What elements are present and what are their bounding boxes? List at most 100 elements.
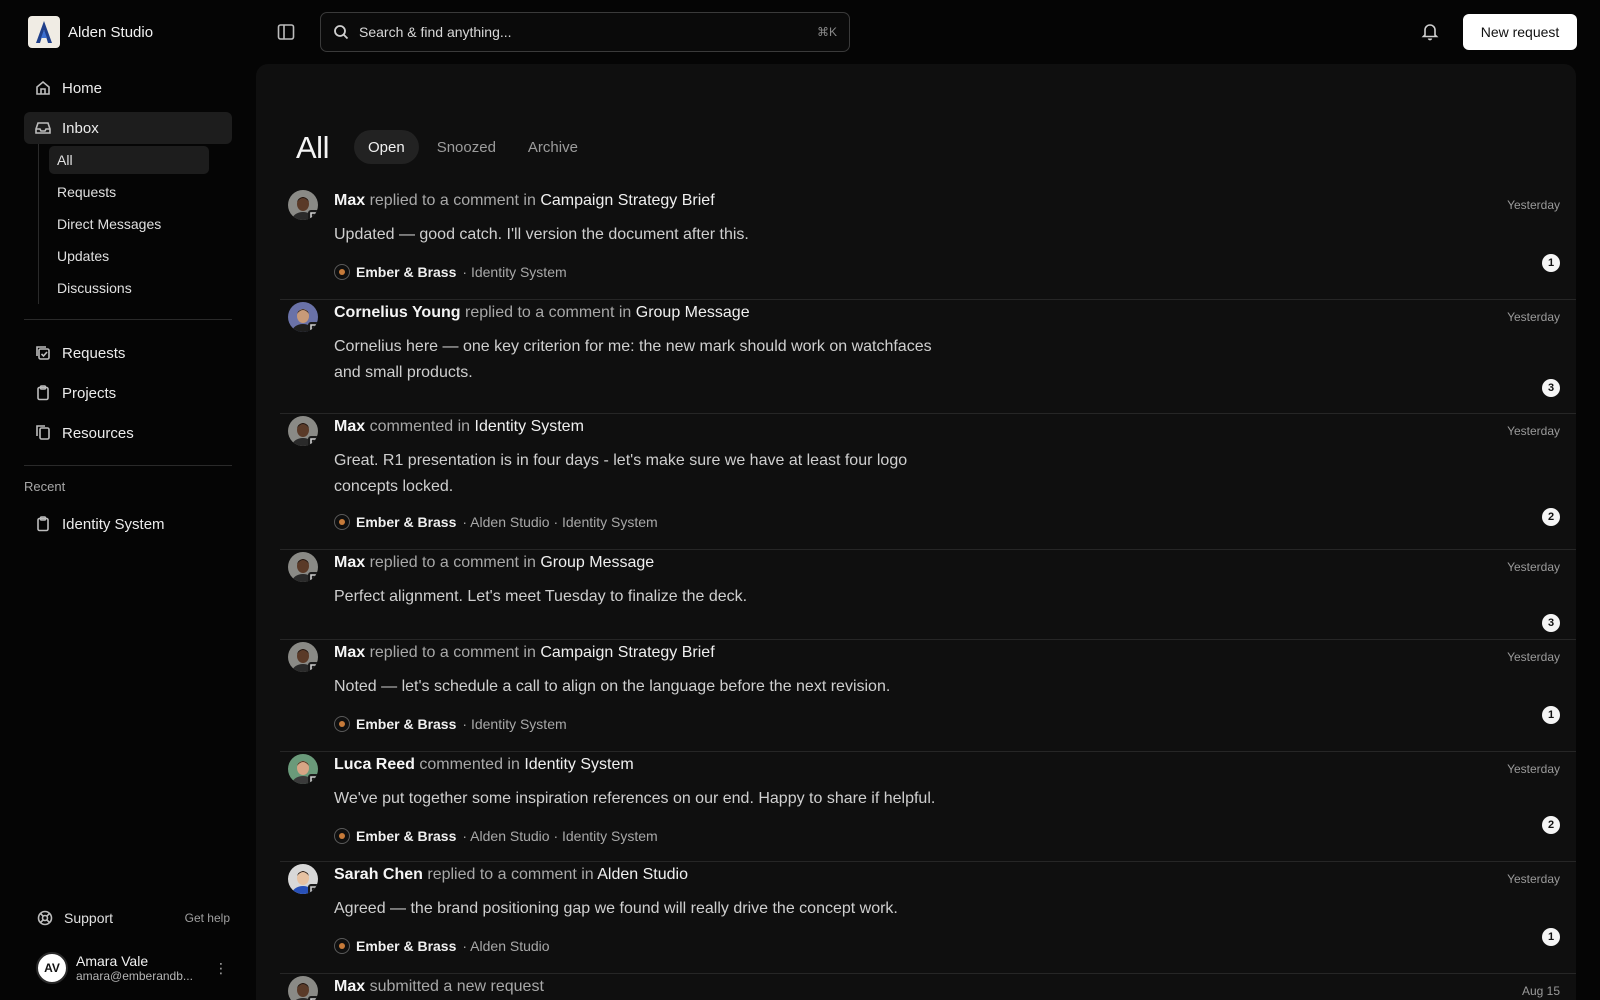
item-author[interactable]: Max xyxy=(334,644,365,661)
list-item[interactable]: Max replied to a comment in Campaign Str… xyxy=(280,188,1576,300)
subnav-updates[interactable]: Updates xyxy=(49,242,209,270)
nav-resources[interactable]: Resources xyxy=(24,417,232,449)
nav-inbox-label: Inbox xyxy=(62,119,99,137)
item-author[interactable]: Luca Reed xyxy=(334,756,415,773)
item-headline: Max replied to a comment in Campaign Str… xyxy=(334,644,715,662)
comment-icon xyxy=(308,436,318,446)
list-item[interactable]: Luca Reed commented in Identity System We… xyxy=(280,752,1576,862)
tab-open[interactable]: Open xyxy=(354,130,419,164)
item-client[interactable]: Ember & Brass xyxy=(356,716,456,732)
unread-count-badge: 1 xyxy=(1542,706,1560,724)
client-logo-icon xyxy=(334,514,350,530)
nav-projects[interactable]: Projects xyxy=(24,377,232,409)
new-request-button[interactable]: New request xyxy=(1463,14,1577,50)
user-profile[interactable]: AV Amara Vale amara@emberandb... ⋮ xyxy=(36,950,232,986)
user-name: Amara Vale xyxy=(76,953,149,969)
item-author[interactable]: Max xyxy=(334,192,365,209)
support-link[interactable]: Support xyxy=(36,909,113,927)
home-icon xyxy=(34,79,52,97)
sidebar: Alden Studio Home Inbox All Requests Dir… xyxy=(0,0,256,1000)
item-message: Noted — let's schedule a call to align o… xyxy=(334,678,891,695)
list-item[interactable]: Cornelius Young replied to a comment in … xyxy=(280,300,1576,414)
item-location[interactable]: Campaign Strategy Brief xyxy=(540,192,714,209)
item-location[interactable]: Campaign Strategy Brief xyxy=(540,644,714,661)
search-bar[interactable]: ⌘K xyxy=(320,12,850,52)
search-input[interactable] xyxy=(359,24,807,40)
support-row: Support Get help xyxy=(24,906,232,930)
item-headline: Max commented in Identity System xyxy=(334,418,584,436)
nav-inbox[interactable]: Inbox xyxy=(24,112,232,144)
list-item[interactable]: Max replied to a comment in Campaign Str… xyxy=(280,640,1576,752)
item-author[interactable]: Sarah Chen xyxy=(334,866,423,883)
unread-count-badge: 3 xyxy=(1542,379,1560,397)
item-author[interactable]: Cornelius Young xyxy=(334,304,461,321)
item-author[interactable]: Max xyxy=(334,418,365,435)
item-meta: Ember & Brass · Alden Studio · Identity S… xyxy=(334,828,658,844)
client-logo-icon xyxy=(334,938,350,954)
item-tags: · Alden Studio · Identity System xyxy=(462,828,658,844)
item-action: replied to a comment in xyxy=(464,304,632,321)
clipboard-icon xyxy=(34,384,52,402)
avatar xyxy=(288,190,318,220)
sidebar-divider xyxy=(24,465,232,466)
item-time: Aug 15 xyxy=(1521,984,1560,998)
item-tags: · Identity System xyxy=(462,264,567,280)
unread-count-badge: 1 xyxy=(1542,254,1560,272)
tab-snoozed[interactable]: Snoozed xyxy=(423,130,510,164)
item-time: Yesterday xyxy=(1507,872,1560,886)
subnav-all[interactable]: All xyxy=(49,146,209,174)
item-location[interactable]: Alden Studio xyxy=(597,866,688,883)
nav-requests-label: Requests xyxy=(62,344,126,362)
lifebuoy-icon xyxy=(36,909,54,927)
get-help-link[interactable]: Get help xyxy=(185,911,230,925)
list-item[interactable]: Max commented in Identity System Great. R… xyxy=(280,414,1576,550)
item-client[interactable]: Ember & Brass xyxy=(356,264,456,280)
avatar xyxy=(288,976,318,1000)
item-headline: Max submitted a new request xyxy=(334,978,544,996)
avatar xyxy=(288,552,318,582)
subnav-requests[interactable]: Requests xyxy=(49,178,209,206)
item-author[interactable]: Max xyxy=(334,978,365,995)
recent-label: Recent xyxy=(24,479,66,494)
item-client[interactable]: Ember & Brass xyxy=(356,828,456,844)
item-action: replied to a comment in xyxy=(369,192,536,209)
subnav-direct-messages[interactable]: Direct Messages xyxy=(49,210,209,238)
item-action: commented in xyxy=(419,756,520,773)
comment-icon xyxy=(308,572,318,582)
recent-item-identity-system[interactable]: Identity System xyxy=(24,508,232,540)
sidebar-divider xyxy=(24,319,232,320)
item-author[interactable]: Max xyxy=(334,554,365,571)
item-client[interactable]: Ember & Brass xyxy=(356,514,456,530)
nav-home[interactable]: Home xyxy=(24,72,232,104)
list-item[interactable]: Sarah Chen replied to a comment in Alden… xyxy=(280,862,1576,974)
item-location[interactable]: Group Message xyxy=(540,554,654,571)
item-client[interactable]: Ember & Brass xyxy=(356,938,456,954)
item-action: replied to a comment in xyxy=(427,866,594,883)
item-message: Perfect alignment. Let's meet Tuesday to… xyxy=(334,588,748,605)
sidebar-toggle-icon[interactable] xyxy=(276,22,296,42)
item-location[interactable]: Identity System xyxy=(524,756,633,773)
brand[interactable]: Alden Studio xyxy=(28,16,153,48)
nav-requests[interactable]: Requests xyxy=(24,337,232,369)
alden-logo-icon xyxy=(28,16,60,48)
list-item[interactable]: Max submitted a new request Aug 15 xyxy=(280,974,1576,1000)
nav-home-label: Home xyxy=(62,79,103,97)
list-item[interactable]: Max replied to a comment in Group Messag… xyxy=(280,550,1576,640)
item-meta: Ember & Brass · Alden Studio xyxy=(334,938,550,954)
item-message: Cornelius here — one key criterion for m… xyxy=(334,338,932,381)
more-vertical-icon[interactable]: ⋮ xyxy=(214,960,228,977)
tab-archive[interactable]: Archive xyxy=(514,130,592,164)
item-action: replied to a comment in xyxy=(369,644,536,661)
unread-count-badge: 1 xyxy=(1542,928,1560,946)
item-tags: · Alden Studio xyxy=(462,938,550,954)
item-message: Updated — good catch. I'll version the d… xyxy=(334,226,749,243)
item-meta: Ember & Brass · Alden Studio · Identity S… xyxy=(334,514,658,530)
item-location[interactable]: Identity System xyxy=(475,418,584,435)
item-message: We've put together some inspiration refe… xyxy=(334,790,936,807)
item-headline: Cornelius Young replied to a comment in … xyxy=(334,304,750,322)
subnav-discussions[interactable]: Discussions xyxy=(49,274,209,302)
avatar xyxy=(288,302,318,332)
bell-icon[interactable] xyxy=(1421,21,1439,41)
item-location[interactable]: Group Message xyxy=(636,304,750,321)
inbox-icon xyxy=(34,119,52,137)
